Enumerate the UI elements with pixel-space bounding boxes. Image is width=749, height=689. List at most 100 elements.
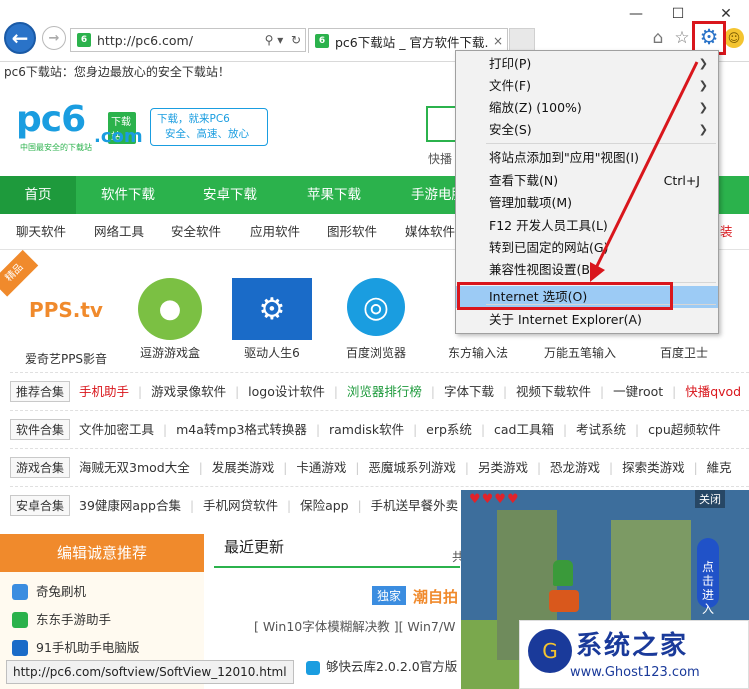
- menu-item[interactable]: 将站点添加到"应用"视图(I): [456, 147, 718, 169]
- tag-link[interactable]: 视频下载软件: [516, 373, 591, 410]
- menu-item[interactable]: 查看下载(N) Ctrl+J: [456, 170, 718, 192]
- status-bar-url: http://pc6.com/softview/SoftView_12010.h…: [6, 660, 294, 684]
- quick-links-fragment[interactable]: 快播: [428, 150, 452, 167]
- tag-link[interactable]: 恶魔城系列游戏: [368, 449, 456, 486]
- menu-item[interactable]: 转到已固定的网站(G): [456, 237, 718, 259]
- tag-link[interactable]: 卡通游戏: [296, 449, 346, 486]
- tag-link[interactable]: 手机网贷软件: [203, 487, 278, 524]
- bubble-line-1: 下载，就来PC6: [157, 113, 230, 125]
- pps-icon: PPS.tv: [24, 290, 108, 330]
- menu-item-label: 兼容性视图设置(B): [489, 262, 595, 277]
- category-graphics[interactable]: 图形软件: [327, 214, 377, 250]
- ad-cta-button[interactable]: 点击进入: [697, 538, 719, 616]
- tag-link[interactable]: 另类游戏: [478, 449, 528, 486]
- tag-row: 软件合集 文件加密工具 | m4a转mp3格式转换器 | ramdisk软件 | erp系统 |…: [10, 410, 749, 448]
- menu-item[interactable]: F12 开发人员工具(L): [456, 215, 718, 237]
- tag-row-title[interactable]: 推荐合集: [10, 381, 71, 402]
- menu-shortcut: Ctrl+J: [663, 173, 700, 188]
- app-label: 百度浏览器: [345, 346, 406, 360]
- menu-item[interactable]: 安全(S) ❯: [456, 119, 718, 141]
- maximize-button[interactable]: ☐: [664, 4, 692, 24]
- tag-link[interactable]: 文件加密工具: [79, 411, 154, 448]
- tag-link[interactable]: erp系统: [426, 411, 472, 448]
- tag-row-title[interactable]: 安卓合集: [10, 495, 71, 516]
- app-tile[interactable]: ● 逗游游戏盒: [120, 250, 220, 366]
- tag-link[interactable]: cpu超频软件: [648, 411, 721, 448]
- menu-item[interactable]: 文件(F) ❯: [456, 75, 718, 97]
- menu-item[interactable]: 关于 Internet Explorer(A): [456, 309, 718, 331]
- list-item[interactable]: 奇兔刷机: [12, 580, 86, 604]
- latest-updates-heading[interactable]: 最近更新: [224, 536, 284, 557]
- tag-link[interactable]: 一键root: [613, 373, 663, 410]
- ad-close-button[interactable]: 关闭: [695, 490, 725, 508]
- ad-character: [553, 560, 573, 586]
- category-fragment[interactable]: 装: [720, 214, 733, 250]
- tag-link[interactable]: 維克: [707, 449, 732, 486]
- menu-item[interactable]: 管理加载项(M): [456, 192, 718, 214]
- tag-link[interactable]: 考试系统: [576, 411, 626, 448]
- favorites-star-icon[interactable]: ☆: [672, 28, 692, 48]
- tag-row-title[interactable]: 软件合集: [10, 419, 71, 440]
- list-item[interactable]: 91手机助手电脑版: [12, 636, 139, 660]
- menu-item[interactable]: 打印(P) ❯: [456, 53, 718, 75]
- tag-separator: |: [287, 499, 292, 513]
- tag-link[interactable]: 39健康网app合集: [79, 487, 181, 524]
- tag-link[interactable]: 手机送早餐外卖: [371, 487, 459, 524]
- feedback-smiley-icon[interactable]: ☺: [724, 28, 744, 48]
- nav-item-software[interactable]: 软件下载: [86, 176, 170, 214]
- nav-item-apple[interactable]: 苹果下载: [294, 176, 374, 214]
- tag-link[interactable]: 恐龙游戏: [550, 449, 600, 486]
- menu-item[interactable]: 兼容性视图设置(B): [456, 259, 718, 281]
- tag-separator: |: [283, 461, 288, 475]
- address-url[interactable]: http://pc6.com/: [97, 33, 261, 48]
- category-security[interactable]: 安全软件: [171, 214, 221, 250]
- tag-row: 推荐合集 手机助手 | 游戏录像软件 | logo设计软件 | 浏览器排行榜 | 字体下载 | 视频下…: [10, 372, 749, 410]
- menu-item[interactable]: 缩放(Z) (100%) ❯: [456, 97, 718, 119]
- tag-link[interactable]: 字体下载: [444, 373, 494, 410]
- news-links[interactable]: [ Win10字体模糊解决教 ][ Win7/W: [254, 616, 455, 635]
- site-search-box[interactable]: [426, 106, 456, 142]
- menu-separator: [486, 143, 716, 144]
- tag-link[interactable]: 游戏录像软件: [151, 373, 226, 410]
- tag-link[interactable]: 发展类游戏: [212, 449, 275, 486]
- tag-link[interactable]: 保险app: [300, 487, 349, 524]
- address-bar[interactable]: 6 http://pc6.com/ ⚲ ▾ ↻: [70, 28, 306, 52]
- tag-link[interactable]: 探索类游戏: [622, 449, 685, 486]
- tag-link[interactable]: 手机助手: [79, 373, 129, 410]
- back-button[interactable]: ←: [4, 22, 36, 54]
- tab-close-icon[interactable]: ×: [489, 34, 507, 48]
- category-apps[interactable]: 应用软件: [250, 214, 300, 250]
- tag-link[interactable]: m4a转mp3格式转换器: [176, 411, 307, 448]
- tag-separator: |: [480, 423, 485, 437]
- tag-separator: |: [198, 461, 203, 475]
- category-network[interactable]: 网络工具: [94, 214, 144, 250]
- app-tile[interactable]: ◎ 百度浏览器: [326, 250, 426, 366]
- app-tile[interactable]: ⚙ 驱动人生6: [222, 250, 322, 366]
- list-item[interactable]: 东东手游助手: [12, 608, 111, 632]
- nav-item-home[interactable]: 首页: [0, 176, 76, 214]
- nav-item-android[interactable]: 安卓下载: [190, 176, 270, 214]
- search-dropdown-icon[interactable]: ⚲ ▾: [261, 33, 287, 47]
- hearts-icon: ♥♥♥♥: [469, 492, 520, 507]
- menu-item-label: 打印(P): [489, 56, 532, 71]
- exclusive-title[interactable]: 潮自拍: [413, 586, 458, 607]
- download-item[interactable]: 够快云库2.0.2.0官方版: [306, 656, 457, 675]
- tag-link[interactable]: ramdisk软件: [329, 411, 404, 448]
- category-chat[interactable]: 聊天软件: [16, 214, 66, 250]
- tag-link[interactable]: cad工具箱: [494, 411, 554, 448]
- tag-link[interactable]: 海贼无双3mod大全: [79, 449, 190, 486]
- submenu-arrow-icon: ❯: [698, 79, 708, 92]
- refresh-icon[interactable]: ↻: [287, 33, 305, 47]
- tag-separator: |: [163, 423, 168, 437]
- tag-row-title[interactable]: 游戏合集: [10, 457, 71, 478]
- site-logo[interactable]: pc6 下载站 .com 中国最安全的下载站: [16, 100, 143, 156]
- tab-title: pc6下载站 _ 官方软件下载...: [335, 34, 489, 50]
- tag-link[interactable]: logo设计软件: [248, 373, 325, 410]
- category-media[interactable]: 媒体软件: [405, 214, 455, 250]
- tag-link[interactable]: 浏览器排行榜: [347, 373, 422, 410]
- home-icon[interactable]: ⌂: [648, 28, 668, 48]
- forward-button[interactable]: →: [42, 26, 66, 50]
- tag-link[interactable]: 快播qvod: [685, 373, 741, 410]
- game-ad[interactable]: ♥♥♥♥ 关闭 点击进入 G 系统之家 www.Ghost123.com: [461, 490, 749, 689]
- minimize-button[interactable]: —: [622, 4, 650, 24]
